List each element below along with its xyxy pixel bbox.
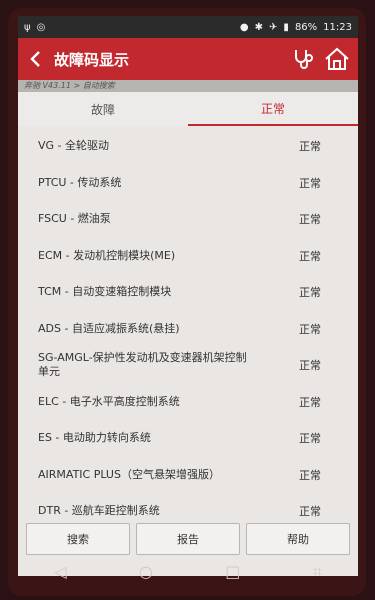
module-status: 正常: [299, 140, 321, 154]
module-list: VG - 全轮驱动 正常 PTCU - 传动系统 正常 FSCU - 燃油泵 正…: [18, 128, 358, 518]
status-bar: ψ ◎ ● ✱ ✈ ▮ 86% 11:23: [18, 16, 358, 38]
home-button[interactable]: [324, 46, 350, 72]
page-title: 故障码显示: [54, 50, 130, 69]
nav-recents-icon[interactable]: □: [225, 562, 240, 581]
tab-normal[interactable]: 正常: [188, 92, 358, 126]
stethoscope-icon: [295, 50, 313, 69]
battery-icon: ▮: [283, 21, 289, 33]
home-icon: [325, 47, 349, 70]
list-item[interactable]: ADS - 自适应减振系统(悬挂) 正常: [18, 311, 358, 348]
module-status: 正常: [299, 322, 321, 336]
tab-fault[interactable]: 故障: [18, 92, 188, 126]
module-status: 正常: [299, 395, 321, 409]
list-item[interactable]: SG-AMGL-保护性发动机及变速器机架控制单元 正常: [18, 347, 358, 384]
search-button[interactable]: 搜索: [26, 523, 130, 555]
module-name: ECM - 发动机控制模块(ME): [38, 248, 176, 262]
module-name: PTCU - 传动系统: [38, 175, 122, 189]
list-item[interactable]: FSCU - 燃油泵 正常: [18, 201, 358, 238]
screen: ψ ◎ ● ✱ ✈ ▮ 86% 11:23 故障码显示 奔驰 V43.11 > …: [18, 16, 358, 576]
battery-level: 86%: [294, 21, 318, 33]
help-button[interactable]: 帮助: [246, 523, 350, 555]
report-button[interactable]: 报告: [136, 523, 240, 555]
module-status: 正常: [299, 213, 321, 227]
bluetooth-icon: ✱: [254, 21, 264, 33]
tab-bar: 故障 正常: [18, 92, 358, 126]
module-status: 正常: [299, 286, 321, 300]
module-name: DTR - 巡航车距控制系统: [38, 504, 160, 518]
module-name: ELC - 电子水平高度控制系统: [38, 394, 180, 408]
module-status: 正常: [299, 505, 321, 518]
back-arrow-icon: [30, 51, 40, 67]
airplane-icon: ✈: [269, 21, 278, 33]
app-header: 故障码显示: [18, 38, 358, 80]
nav-back-icon[interactable]: ◁: [54, 562, 66, 581]
module-status: 正常: [299, 249, 321, 263]
module-name: TCM - 自动变速箱控制模块: [38, 285, 172, 299]
module-status: 正常: [299, 432, 321, 446]
clock: 11:23: [323, 21, 352, 33]
list-item[interactable]: ECM - 发动机控制模块(ME) 正常: [18, 238, 358, 275]
usb-icon: ψ: [24, 21, 31, 33]
list-item[interactable]: PTCU - 传动系统 正常: [18, 165, 358, 202]
list-item[interactable]: ELC - 电子水平高度控制系统 正常: [18, 384, 358, 421]
notification-icon: ◎: [36, 21, 46, 33]
list-item[interactable]: DTR - 巡航车距控制系统 正常: [18, 493, 358, 518]
diagnose-button[interactable]: [290, 46, 316, 72]
breadcrumb: 奔驰 V43.11 > 自动搜索: [18, 80, 358, 92]
module-status: 正常: [299, 359, 321, 373]
list-item[interactable]: TCM - 自动变速箱控制模块 正常: [18, 274, 358, 311]
nav-screenshot-icon[interactable]: ⌗: [313, 562, 322, 582]
module-name: AIRMATIC PLUS（空气悬架增强版）: [38, 467, 220, 481]
module-name: SG-AMGL-保护性发动机及变速器机架控制单元: [38, 351, 247, 379]
nav-home-icon[interactable]: ○: [139, 562, 153, 581]
list-item[interactable]: AIRMATIC PLUS（空气悬架增强版） 正常: [18, 457, 358, 494]
list-item[interactable]: VG - 全轮驱动 正常: [18, 128, 358, 165]
module-name: ES - 电动助力转向系统: [38, 431, 151, 445]
module-name: ADS - 自适应减振系统(悬挂): [38, 321, 180, 335]
location-icon: ●: [239, 21, 249, 33]
module-status: 正常: [299, 176, 321, 190]
list-item[interactable]: ES - 电动助力转向系统 正常: [18, 420, 358, 457]
module-name: FSCU - 燃油泵: [38, 212, 111, 226]
module-status: 正常: [299, 468, 321, 482]
android-nav-bar: ◁ ○ □ ⌗: [18, 553, 358, 590]
module-name: VG - 全轮驱动: [38, 139, 110, 153]
back-button[interactable]: [18, 38, 54, 80]
